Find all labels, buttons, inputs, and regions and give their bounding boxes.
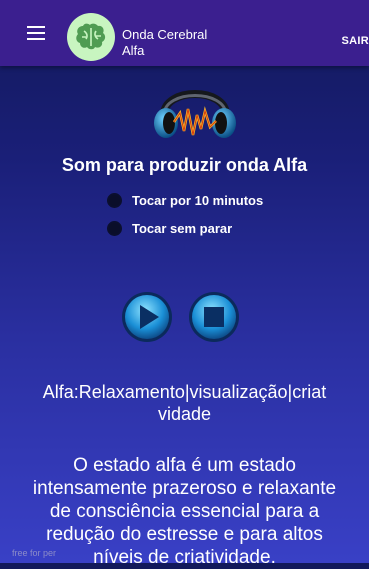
app-title: Onda Cerebral Alfa [122,27,207,59]
menu-icon[interactable] [27,26,45,40]
app-title-line1: Onda Cerebral [122,27,208,42]
option-play-10-minutes[interactable]: Tocar por 10 minutos [107,193,263,208]
brainwave-subtitle: Alfa:Relaxamento|visualização|criat vida… [0,381,369,425]
description-line: O estado alfa é um estado [73,455,296,476]
subtitle-line1: Alfa:Relaxamento|visualização|criat [42,382,327,402]
description-line: de consciência essencial para a [49,501,320,522]
option-label: Tocar sem parar [132,221,233,236]
app-title-line2: Alfa [122,43,145,58]
app-bar: Onda Cerebral Alfa SAIR [0,0,369,66]
headphones-icon [154,90,236,138]
option-play-nonstop[interactable]: Tocar sem parar [107,221,232,236]
watermark-text: free for per [12,548,57,558]
description-line: redução do estresse e para altos [46,524,323,545]
stop-icon [204,307,224,327]
brain-logo-icon [67,13,115,61]
page-heading: Som para produzir onda Alfa [61,155,308,175]
option-label: Tocar por 10 minutos [132,193,264,208]
description-line: intensamente prazeroso e relaxante [32,478,337,499]
radio-button[interactable] [107,193,122,208]
subtitle-line2: vidade [157,404,212,424]
radio-button[interactable] [107,221,122,236]
exit-button[interactable]: SAIR [342,35,369,47]
stop-button[interactable] [188,291,240,343]
play-button[interactable] [121,291,173,343]
